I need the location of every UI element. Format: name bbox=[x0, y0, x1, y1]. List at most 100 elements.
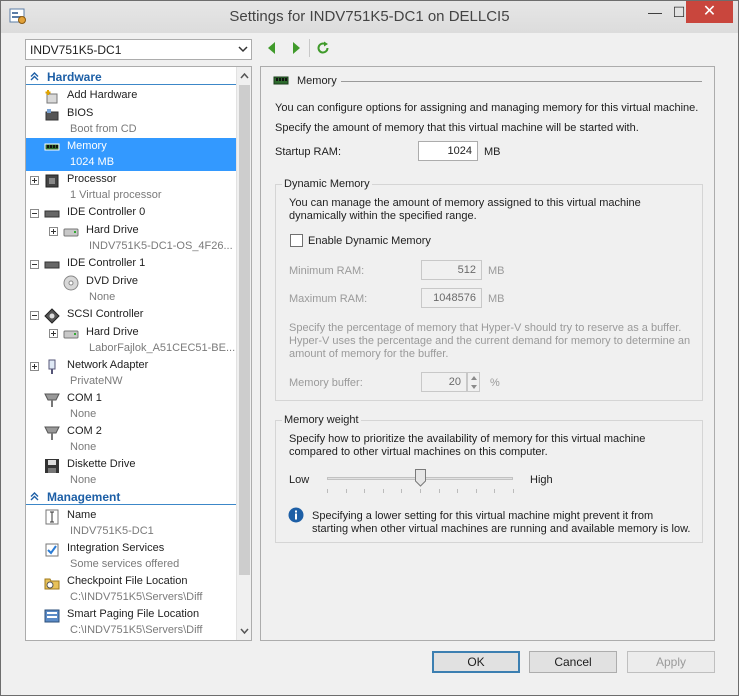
refresh-icon[interactable] bbox=[316, 41, 330, 55]
slider-tick bbox=[494, 489, 495, 493]
tree-item-label: SCSI Controller bbox=[67, 308, 144, 320]
tree-item-detail: 1 Virtual processor bbox=[70, 189, 162, 201]
close-button[interactable]: ✕ bbox=[686, 1, 733, 23]
slider-tick bbox=[346, 489, 347, 493]
tree-item-label: Add Hardware bbox=[67, 89, 138, 101]
tree-item-name[interactable]: Name INDV751K5-DC1 bbox=[26, 507, 236, 540]
tree-item-label: Smart Paging File Location bbox=[67, 608, 200, 620]
enable-dynamic-memory-checkbox[interactable] bbox=[290, 234, 303, 247]
intro-text: You can configure options for assigning … bbox=[275, 102, 699, 114]
tree-item-ide-controller-1[interactable]: IDE Controller 1 bbox=[26, 255, 236, 272]
collapse-icon[interactable] bbox=[30, 209, 39, 218]
tree-item-hard-drive-ide[interactable]: Hard Drive INDV751K5-DC1-OS_4F26... bbox=[26, 222, 236, 255]
management-section-label: Management bbox=[47, 490, 121, 504]
tree-item-com-1[interactable]: COM 1 None bbox=[26, 390, 236, 423]
memory-buffer-input[interactable]: 20 bbox=[421, 372, 467, 392]
tree-item-dvd-drive[interactable]: DVD Drive None bbox=[26, 273, 236, 306]
tree-item-label: Diskette Drive bbox=[67, 458, 136, 470]
tree-item-integration-services[interactable]: Integration Services Some services offer… bbox=[26, 540, 236, 573]
cancel-button[interactable]: Cancel bbox=[529, 651, 617, 673]
slider-thumb[interactable] bbox=[415, 469, 426, 487]
minimum-ram-input[interactable]: 512 bbox=[421, 260, 482, 280]
tree-item-label: Integration Services bbox=[67, 542, 165, 554]
processor-icon bbox=[45, 174, 59, 188]
memory-buffer-spinner[interactable] bbox=[467, 372, 480, 392]
collapse-icon[interactable] bbox=[30, 260, 39, 269]
memory-weight-desc-2: compared to other virtual machines on th… bbox=[289, 446, 548, 458]
startup-ram-input[interactable]: 1024 bbox=[418, 141, 478, 161]
scroll-up-icon[interactable] bbox=[240, 72, 249, 81]
tree-scrollbar[interactable] bbox=[236, 67, 251, 640]
maximum-ram-input[interactable]: 1048576 bbox=[421, 288, 482, 308]
dynamic-memory-title: Dynamic Memory bbox=[282, 178, 372, 190]
tree-item-smart-paging-file-location[interactable]: Smart Paging File Location C:\INDV751K5\… bbox=[26, 606, 236, 639]
spin-down-icon[interactable] bbox=[470, 384, 478, 390]
dynamic-memory-group: Dynamic Memory You can manage the amount… bbox=[275, 178, 703, 401]
tree-item-label: BIOS bbox=[67, 107, 94, 119]
tree-item-detail: INDV751K5-DC1-OS_4F26... bbox=[89, 240, 233, 252]
integration-services-icon bbox=[45, 543, 59, 557]
bios-chip-icon bbox=[45, 109, 59, 121]
scroll-thumb[interactable] bbox=[239, 85, 250, 575]
expand-icon[interactable] bbox=[30, 176, 39, 185]
network-adapter-icon bbox=[48, 359, 56, 374]
slider-tick bbox=[476, 489, 477, 493]
settings-tree[interactable]: Hardware Add Hardware BIOS Boot from CD bbox=[25, 66, 252, 641]
tree-item-diskette-drive[interactable]: Diskette Drive None bbox=[26, 456, 236, 489]
slider-tick bbox=[513, 489, 514, 493]
hardware-section-header[interactable]: Hardware bbox=[26, 69, 236, 85]
slider-tick bbox=[401, 489, 402, 493]
hardware-section-label: Hardware bbox=[47, 70, 102, 84]
tree-item-detail: None bbox=[89, 291, 116, 303]
window-title: Settings for INDV751K5-DC1 on DELLCI5 bbox=[229, 8, 510, 25]
back-arrow-icon[interactable] bbox=[265, 41, 279, 55]
ok-button[interactable]: OK bbox=[432, 651, 520, 673]
tree-item-detail: C:\INDV751K5\Servers\Diff bbox=[70, 591, 203, 603]
expand-icon[interactable] bbox=[49, 227, 58, 236]
com-port-icon bbox=[44, 393, 60, 407]
tree-item-add-hardware[interactable]: Add Hardware bbox=[26, 87, 236, 104]
tree-item-label: IDE Controller 0 bbox=[67, 206, 146, 218]
vm-select-value: INDV751K5-DC1 bbox=[30, 43, 122, 57]
expand-icon[interactable] bbox=[30, 362, 39, 371]
tree-item-label: COM 1 bbox=[67, 392, 102, 404]
settings-window: Settings for INDV751K5-DC1 on DELLCI5 — … bbox=[0, 0, 739, 696]
slider-tick bbox=[457, 489, 458, 493]
tree-item-bios[interactable]: BIOS Boot from CD bbox=[26, 105, 236, 138]
scroll-down-icon[interactable] bbox=[240, 626, 249, 635]
tree-item-checkpoint-file-location[interactable]: Checkpoint File Location C:\INDV751K5\Se… bbox=[26, 573, 236, 606]
collapse-chevron-icon bbox=[30, 72, 39, 81]
hard-drive-icon bbox=[63, 228, 79, 237]
slider-high-label: High bbox=[530, 474, 553, 486]
forward-arrow-icon[interactable] bbox=[289, 41, 303, 55]
dvd-disc-icon bbox=[63, 275, 79, 291]
tree-item-network-adapter[interactable]: Network Adapter PrivateNW bbox=[26, 357, 236, 390]
minimum-ram-label: Minimum RAM: bbox=[289, 265, 365, 277]
title-bar[interactable]: Settings for INDV751K5-DC1 on DELLCI5 — … bbox=[1, 1, 738, 33]
startup-ram-label: Startup RAM: bbox=[275, 146, 342, 158]
tree-item-ide-controller-0[interactable]: IDE Controller 0 bbox=[26, 204, 236, 221]
minimum-ram-unit: MB bbox=[488, 265, 505, 277]
spin-up-icon[interactable] bbox=[470, 375, 478, 381]
management-section-header[interactable]: Management bbox=[26, 489, 236, 505]
collapse-icon[interactable] bbox=[30, 311, 39, 320]
tree-item-com-2[interactable]: COM 2 None bbox=[26, 423, 236, 456]
tree-item-hard-drive-scsi[interactable]: Hard Drive LaborFajlok_A51CEC51-BE... bbox=[26, 324, 236, 357]
expand-icon[interactable] bbox=[49, 329, 58, 338]
maximum-ram-unit: MB bbox=[488, 293, 505, 305]
panel-title: Memory bbox=[297, 75, 337, 87]
tree-item-scsi-controller[interactable]: SCSI Controller bbox=[26, 306, 236, 324]
apply-button[interactable]: Apply bbox=[627, 651, 715, 673]
buffer-desc-3: amount of memory for the buffer. bbox=[289, 348, 449, 360]
vm-select[interactable]: INDV751K5-DC1 bbox=[25, 39, 252, 60]
tree-item-detail: C:\INDV751K5\Servers\Diff bbox=[70, 624, 203, 636]
dynamic-memory-desc-2: dynamically within the specified range. bbox=[289, 210, 477, 222]
tree-item-processor[interactable]: Processor 1 Virtual processor bbox=[26, 171, 236, 204]
startup-description: Specify the amount of memory that this v… bbox=[275, 122, 639, 134]
tree-item-label: Network Adapter bbox=[67, 359, 149, 371]
memory-weight-desc-1: Specify how to prioritize the availabili… bbox=[289, 433, 646, 445]
memory-weight-slider[interactable] bbox=[327, 469, 514, 495]
tree-item-memory[interactable]: Memory 1024 MB bbox=[26, 138, 236, 171]
tree-item-label: IDE Controller 1 bbox=[67, 257, 146, 269]
tree-item-label: Hard Drive bbox=[86, 224, 139, 236]
